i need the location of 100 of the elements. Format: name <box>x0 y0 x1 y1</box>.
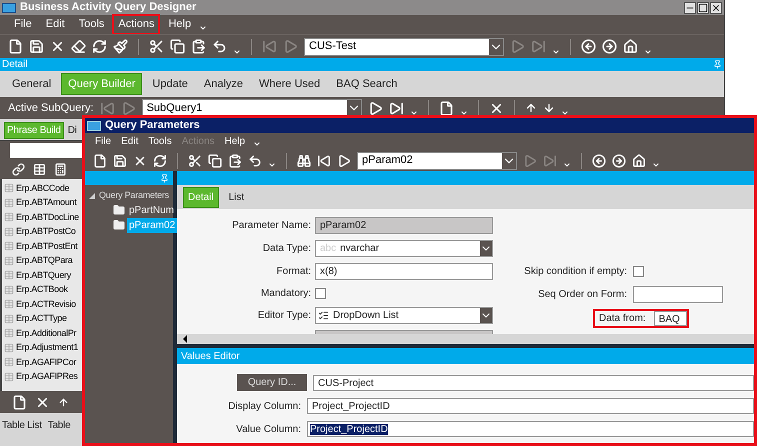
field-label: Data from: <box>599 312 646 326</box>
move-up-icon[interactable] <box>58 396 69 408</box>
dropdown-caret-icon[interactable] <box>652 161 660 169</box>
eraser-icon[interactable] <box>71 39 86 54</box>
link-icon[interactable] <box>12 162 25 176</box>
menu-item[interactable]: Edit <box>119 134 140 149</box>
dropdown-caret-icon[interactable] <box>560 109 569 117</box>
copy-icon[interactable] <box>208 154 222 168</box>
menu-item[interactable]: Help <box>222 134 248 149</box>
dropdown-caret-icon[interactable] <box>233 48 241 56</box>
dropdown-caret-icon[interactable] <box>563 161 571 169</box>
menu-item[interactable]: Tools <box>146 134 174 149</box>
display-column-field[interactable]: Project_ProjectID <box>307 398 754 414</box>
pin-icon[interactable] <box>713 60 722 69</box>
refresh-icon[interactable] <box>153 154 167 168</box>
first-record-icon[interactable] <box>317 154 331 168</box>
query-id-button[interactable]: Query ID... <box>237 374 307 391</box>
refresh-icon[interactable] <box>92 39 107 54</box>
forward-icon[interactable] <box>612 154 626 168</box>
record-combo[interactable]: pParam02 <box>357 152 517 170</box>
undo-icon[interactable] <box>212 39 227 54</box>
paste-icon[interactable] <box>191 39 206 54</box>
cut-icon[interactable] <box>149 39 164 54</box>
expand-arrow-icon[interactable] <box>89 192 95 199</box>
calculator-icon[interactable] <box>54 162 67 176</box>
tab[interactable]: BAQ Search <box>330 74 404 94</box>
save-icon[interactable] <box>113 154 127 168</box>
table-list-item[interactable]: Erp.AGAFIPCor <box>2 355 82 370</box>
previous-record-icon[interactable] <box>337 154 351 168</box>
table-list-item[interactable]: Erp.ABTQuery <box>2 268 82 282</box>
table-list-item[interactable]: Erp.ACTType <box>2 312 82 326</box>
table-list-item[interactable]: Erp.ABTPostCo <box>2 224 82 239</box>
editor-type-combo[interactable]: DropDown List <box>315 307 493 324</box>
record-combo[interactable]: CUS-Test <box>304 38 504 56</box>
tab[interactable]: Di <box>68 123 77 138</box>
table-icon[interactable] <box>33 162 46 176</box>
tab[interactable]: General <box>6 74 58 94</box>
menu-item[interactable]: File <box>93 134 114 149</box>
query-id-field[interactable]: CUS-Project <box>313 374 754 390</box>
dropdown-caret-icon[interactable] <box>644 48 652 56</box>
table-list-item[interactable]: Erp.ABCCode <box>2 181 82 196</box>
dropdown-caret-icon[interactable] <box>460 109 468 117</box>
tab[interactable]: List <box>224 188 248 206</box>
table-list-item[interactable]: Erp.AGAFIPRes <box>2 370 82 384</box>
close-icon[interactable] <box>710 2 722 14</box>
search-field[interactable] <box>10 142 82 158</box>
checkbox[interactable] <box>315 288 326 299</box>
save-icon[interactable] <box>29 39 44 54</box>
menu-item[interactable]: File <box>8 14 38 35</box>
last-subquery-icon[interactable] <box>388 100 404 116</box>
tab[interactable]: Table <box>48 418 70 432</box>
table-list-item[interactable]: Erp.ABTDocLine <box>2 210 82 224</box>
table-list-item[interactable]: Erp.ABTQPara <box>2 254 82 268</box>
undo-icon[interactable] <box>248 154 262 168</box>
table-list-item[interactable]: Erp.Adjustment1 <box>2 340 82 355</box>
tree-item[interactable]: pPartNum <box>127 202 176 218</box>
new-icon[interactable] <box>8 39 23 54</box>
back-icon[interactable] <box>581 39 596 54</box>
table-list-item[interactable]: Erp.ACTBook <box>2 282 82 297</box>
dropdown-caret-icon[interactable] <box>253 140 262 148</box>
paste-icon[interactable] <box>228 154 242 168</box>
back-icon[interactable] <box>592 154 606 168</box>
maximize-icon[interactable] <box>697 2 709 14</box>
dropdown-caret-icon[interactable] <box>268 161 276 169</box>
move-up-icon[interactable] <box>524 102 537 114</box>
data-from-field[interactable]: BAQ <box>654 311 687 326</box>
copy-icon[interactable] <box>170 39 185 54</box>
dropdown-caret-icon[interactable] <box>410 109 418 117</box>
table-list-item[interactable]: Erp.ABTAmount <box>2 196 82 210</box>
tab[interactable]: Where Used <box>253 74 326 94</box>
forward-icon[interactable] <box>602 39 617 54</box>
tab[interactable]: Analyze <box>198 74 250 94</box>
new-table-icon[interactable] <box>12 394 27 410</box>
table-list-item[interactable]: Erp.ABTPostEnt <box>2 239 82 254</box>
checkbox[interactable] <box>633 266 644 277</box>
menu-item[interactable]: Tools <box>72 14 110 35</box>
menu-item[interactable]: Help <box>162 14 198 35</box>
next-subquery-icon[interactable] <box>368 100 383 116</box>
pin-icon[interactable] <box>160 174 169 182</box>
table-list-item[interactable]: Erp.AdditionalPr <box>2 326 82 340</box>
minimize-icon[interactable] <box>684 2 696 14</box>
format-field[interactable]: x(8) <box>315 263 493 280</box>
brush-icon[interactable] <box>113 39 128 54</box>
tree-item[interactable]: Query Parameters <box>99 189 169 202</box>
home-icon[interactable] <box>623 39 638 54</box>
tab[interactable]: Table List <box>2 418 42 432</box>
tab[interactable]: Update <box>146 74 194 94</box>
dropdown-caret-icon[interactable] <box>552 48 560 56</box>
delete-icon[interactable] <box>50 39 65 54</box>
new-subquery-icon[interactable] <box>438 100 454 116</box>
cut-icon[interactable] <box>188 154 202 168</box>
binoculars-icon[interactable] <box>297 154 311 168</box>
home-icon[interactable] <box>632 154 646 168</box>
table-list-item[interactable]: Erp.ACTRevisio <box>2 297 82 312</box>
value-column-field[interactable]: Project_ProjectID <box>307 421 754 437</box>
seq-order-field[interactable] <box>633 286 723 303</box>
move-down-icon[interactable] <box>542 102 555 114</box>
dropdown-caret-icon[interactable] <box>199 24 208 32</box>
new-icon[interactable] <box>93 154 107 168</box>
menu-item[interactable]: Edit <box>40 14 71 35</box>
